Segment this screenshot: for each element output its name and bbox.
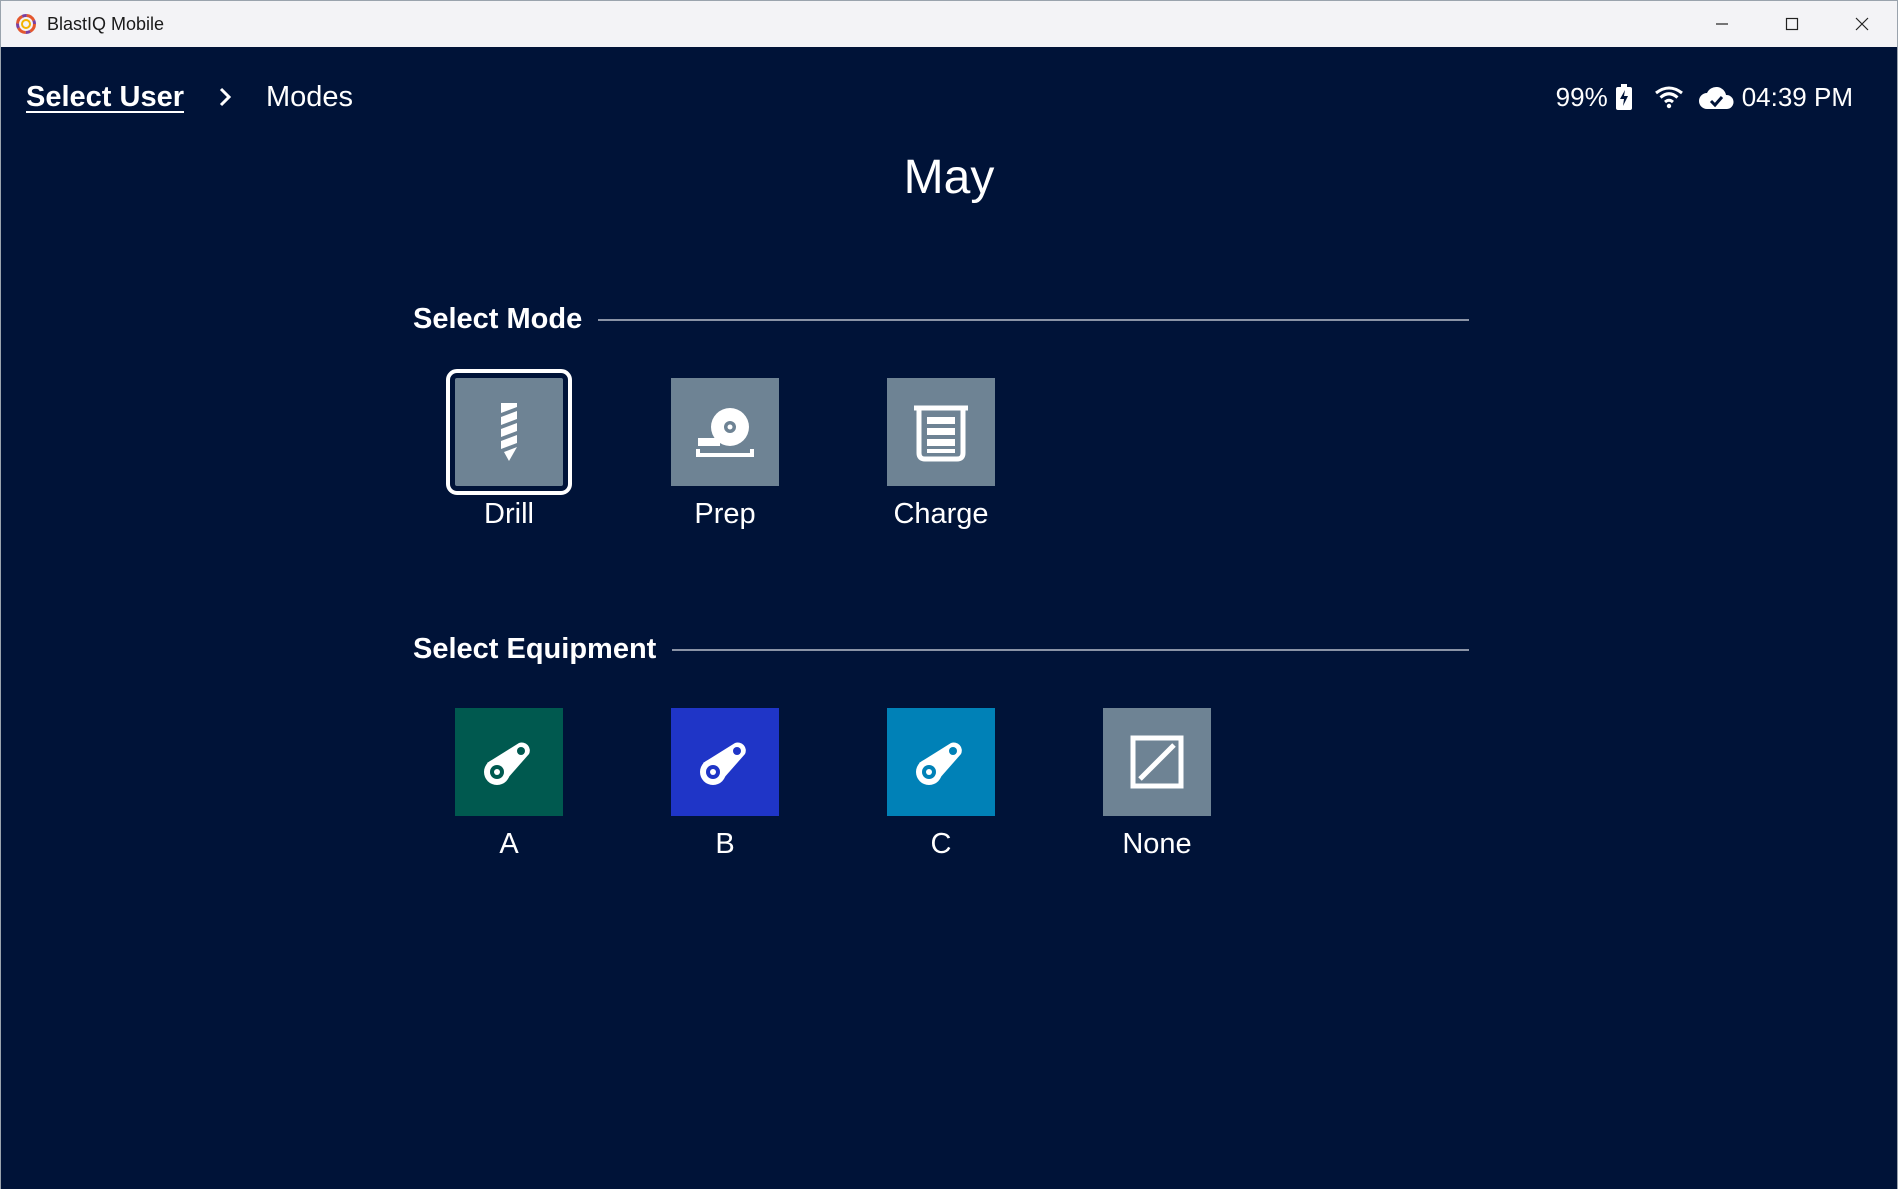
wifi-icon [1654, 86, 1683, 109]
select-equipment-heading: Select Equipment [413, 633, 1469, 666]
equipment-icon [916, 742, 962, 785]
equipment-none-tile[interactable] [1103, 708, 1211, 816]
equipment-a-label: A [499, 828, 519, 860]
equipment-c-button[interactable]: C [861, 708, 1021, 861]
mode-drill-button[interactable]: Drill [429, 369, 589, 531]
mode-charge-label: Charge [893, 498, 989, 530]
window-controls [1687, 1, 1897, 47]
app-window: BlastIQ Mobile Select User Modes 99% 04:… [0, 0, 1898, 1189]
maximize-icon [1785, 17, 1799, 31]
user-name: May [903, 151, 995, 204]
equipment-icon [484, 742, 530, 785]
section-divider [598, 318, 1469, 321]
cloud-icon [1698, 86, 1734, 109]
none-icon [1130, 735, 1184, 789]
window-title: BlastIQ Mobile [47, 13, 165, 34]
prep-icon [696, 408, 754, 457]
close-button[interactable] [1827, 1, 1897, 47]
mode-drill-label: Drill [484, 498, 534, 530]
minimize-icon [1716, 23, 1728, 25]
equipment-b-label: B [715, 828, 735, 860]
section-divider [672, 648, 1469, 651]
charge-icon [914, 405, 968, 462]
status-bar: 99% 04:39 PM [1556, 77, 1853, 117]
equipment-none-label: None [1122, 828, 1192, 860]
minimize-button[interactable] [1687, 1, 1757, 47]
app-logo-icon [16, 14, 36, 34]
chevron-right-icon [219, 87, 232, 107]
equipment-icon [700, 742, 746, 785]
breadcrumb-current: Modes [266, 80, 354, 113]
select-mode-heading: Select Mode [413, 303, 1469, 336]
modes-screen: Select User Modes 99% 04:39 PM May Selec… [1, 47, 1897, 1189]
select-equipment-label: Select Equipment [413, 633, 657, 665]
mode-charge-tile[interactable] [887, 378, 995, 486]
battery-charging-icon [1615, 84, 1632, 110]
equipment-b-tile[interactable] [671, 708, 779, 816]
equipment-c-tile[interactable] [887, 708, 995, 816]
drill-icon [501, 403, 517, 461]
mode-charge-button[interactable]: Charge [861, 378, 1021, 531]
equipment-a-button[interactable]: A [429, 708, 589, 861]
equipment-c-label: C [930, 828, 952, 860]
mode-prep-label: Prep [694, 498, 756, 530]
equipment-a-tile[interactable] [455, 708, 563, 816]
breadcrumb: Select User Modes [26, 77, 353, 117]
breadcrumb-select-user-link[interactable]: Select User [26, 81, 184, 114]
maximize-button[interactable] [1757, 1, 1827, 47]
mode-prep-tile[interactable] [671, 378, 779, 486]
equipment-b-button[interactable]: B [645, 708, 805, 861]
title-bar: BlastIQ Mobile [1, 1, 1897, 47]
clock-time: 04:39 PM [1741, 81, 1853, 112]
close-icon [1855, 17, 1869, 31]
mode-prep-button[interactable]: Prep [645, 378, 805, 531]
battery-level: 99% [1555, 81, 1608, 112]
equipment-none-button[interactable]: None [1077, 708, 1237, 861]
select-mode-label: Select Mode [413, 303, 583, 335]
mode-drill-tile[interactable] [446, 369, 572, 495]
